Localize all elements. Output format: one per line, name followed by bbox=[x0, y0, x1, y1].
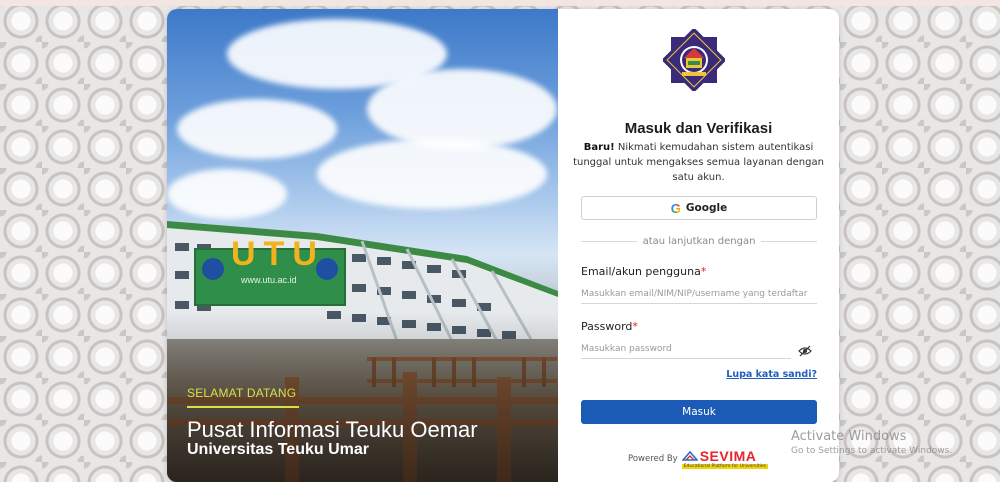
google-button-label: Google bbox=[685, 202, 728, 214]
center-name: Pusat Informasi Teuku Oemar bbox=[187, 417, 478, 442]
cloud bbox=[167, 169, 287, 219]
divider-line bbox=[761, 241, 818, 242]
eye-slash-icon[interactable] bbox=[798, 345, 812, 357]
building-url: www.utu.ac.id bbox=[241, 275, 297, 285]
login-button[interactable]: Masuk bbox=[581, 400, 817, 424]
cloud bbox=[367, 69, 557, 149]
university-emblem-icon bbox=[663, 29, 725, 91]
login-form: Masuk dan Verifikasi Baru! Nikmati kemud… bbox=[558, 9, 839, 482]
email-label: Email/akun pengguna* bbox=[581, 265, 706, 278]
cloud bbox=[177, 99, 337, 159]
powered-by: Powered By SEVIMA Educational Platform f… bbox=[628, 449, 768, 469]
password-label: Password* bbox=[581, 320, 638, 333]
sevima-mark-icon bbox=[681, 451, 698, 461]
divider-text: atau lanjutkan dengan bbox=[642, 236, 756, 247]
hero-photo: UTU www.utu.ac.id SELAMAT DATANG Pusat I… bbox=[167, 9, 558, 482]
form-title: Masuk dan Verifikasi bbox=[624, 120, 773, 137]
password-input[interactable] bbox=[581, 339, 791, 359]
email-label-text: Email/akun pengguna bbox=[581, 265, 701, 278]
email-input[interactable] bbox=[581, 284, 817, 304]
required-mark: * bbox=[632, 320, 638, 333]
divider: atau lanjutkan dengan bbox=[581, 236, 818, 247]
top-strip bbox=[0, 0, 1000, 6]
building-sign: UTU bbox=[231, 235, 325, 273]
login-card: UTU www.utu.ac.id SELAMAT DATANG Pusat I… bbox=[167, 9, 839, 482]
divider-line bbox=[581, 241, 637, 242]
university-name: Universitas Teuku Umar bbox=[187, 441, 369, 458]
password-label-text: Password bbox=[581, 320, 633, 333]
activate-windows-subtitle: Go to Settings to activate Windows. bbox=[791, 446, 953, 456]
new-badge: Baru! bbox=[583, 142, 615, 153]
sevima-logo: SEVIMA Educational Platform for Universi… bbox=[681, 448, 768, 469]
cloud bbox=[317, 139, 547, 209]
activate-windows-title: Activate Windows bbox=[791, 429, 907, 444]
google-g-icon: G bbox=[670, 200, 681, 216]
forgot-password-link[interactable]: Lupa kata sandi? bbox=[726, 369, 817, 380]
sevima-wordmark: SEVIMA bbox=[699, 448, 757, 464]
form-subtitle: Baru! Nikmati kemudahan sistem autentika… bbox=[572, 140, 825, 185]
welcome-underline bbox=[187, 406, 299, 408]
google-login-button[interactable]: G Google bbox=[581, 196, 817, 220]
welcome-label: SELAMAT DATANG bbox=[187, 386, 297, 400]
powered-by-text: Powered By bbox=[628, 454, 678, 464]
required-mark: * bbox=[700, 265, 707, 278]
sevima-tagline: Educational Platform for Universities bbox=[681, 464, 768, 469]
